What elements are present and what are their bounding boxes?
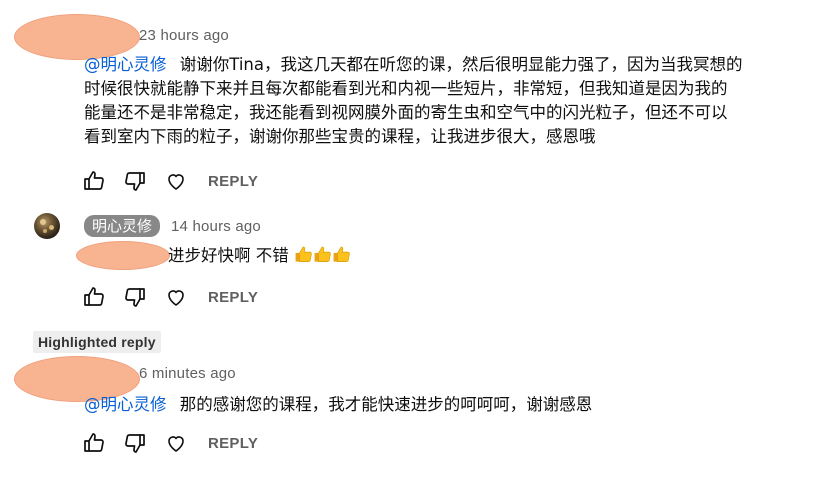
thumbs-down-outline-icon[interactable] [123, 285, 147, 309]
comment-body: @明心灵修 谢谢你Tina，我这几天都在听您的课，然后很明显能力强了，因为当我冥… [84, 53, 809, 149]
thumbs-down-outline-icon[interactable] [123, 431, 147, 455]
comment-line: @明心灵修 谢谢你Tina，我这几天都在听您的课，然后很明显能力强了，因为当我冥… [84, 53, 809, 77]
comment-text: 进步好快啊 不错 [168, 246, 289, 265]
comment-timestamp[interactable]: 6 minutes ago [139, 365, 236, 382]
highlighted-reply-badge: Highlighted reply [33, 331, 161, 353]
comment-body: 进步好快啊 不错 [168, 244, 351, 271]
thumbs-up-outline-icon[interactable] [82, 285, 106, 309]
comment-text-line-4: 看到室内下雨的粒子，谢谢你那些宝贵的课程，让我进步很大，感恩哦 [84, 127, 596, 146]
mention-link[interactable]: @明心灵修 [84, 395, 167, 414]
comment-text: 那的感谢您的课程，我才能快速进步的呵呵呵，谢谢感恩 [179, 395, 593, 414]
reply-button[interactable]: REPLY [208, 173, 258, 190]
comment-timestamp[interactable]: 23 hours ago [139, 27, 229, 44]
mention-link[interactable]: @明心灵修 [84, 55, 167, 74]
thumbs-up-outline-icon[interactable] [82, 169, 106, 193]
comment-actions: REPLY [82, 285, 258, 309]
comment-text-line-2: 时候很快就能静下来并且每次都能看到光和内视一些短片，非常短，但我知道是因为我的 [84, 79, 728, 98]
comment-body: @明心灵修 那的感谢您的课程，我才能快速进步的呵呵呵，谢谢感恩 [84, 393, 592, 417]
reply-button[interactable]: REPLY [208, 289, 258, 306]
comment-text-line-1: 谢谢你Tina，我这几天都在听您的课，然后很明显能力强了，因为当我冥想的 [179, 55, 743, 74]
comment-actions: REPLY [82, 431, 258, 455]
heart-outline-icon[interactable] [164, 285, 188, 309]
heart-outline-icon[interactable] [164, 169, 188, 193]
heart-outline-icon[interactable] [164, 431, 188, 455]
redacted-mention [76, 241, 170, 270]
comment-text-line-3: 能量还不是非常稳定，我还能看到视网膜外面的寄生虫和空气中的闪光粒子，但还不可以 [84, 103, 728, 122]
reply-button[interactable]: REPLY [208, 435, 258, 452]
author-name-chip[interactable]: 明心灵修 [84, 215, 161, 237]
thumbs-up-emoji-icon [294, 245, 313, 271]
thumbs-up-outline-icon[interactable] [82, 431, 106, 455]
thumbs-down-outline-icon[interactable] [123, 169, 147, 193]
avatar[interactable] [34, 213, 60, 239]
comment-timestamp[interactable]: 14 hours ago [171, 218, 261, 235]
comment-actions: REPLY [82, 169, 258, 193]
thumbs-up-emoji-icon [313, 245, 332, 271]
thumbs-up-emoji-icon [332, 245, 351, 271]
